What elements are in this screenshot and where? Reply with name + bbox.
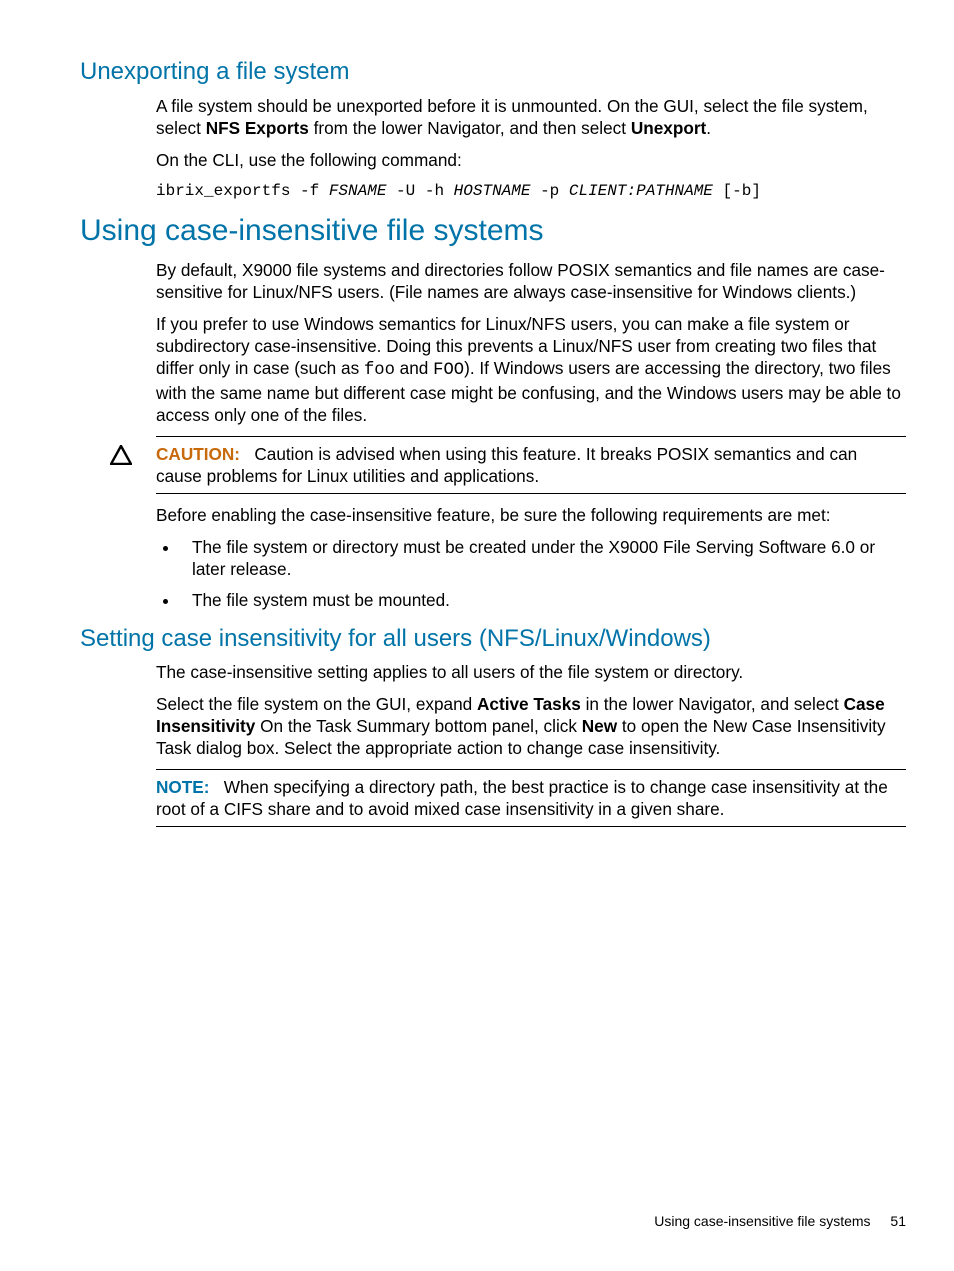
requirements-list: The file system or directory must be cre…: [156, 536, 906, 610]
page-footer: Using case-insensitive file systems 51: [654, 1213, 906, 1229]
note-block: NOTE: When specifying a directory path, …: [110, 769, 906, 827]
code-text: [-b]: [713, 182, 761, 200]
rule-bottom: [156, 826, 906, 827]
text: in the lower Navigator, and select: [581, 694, 844, 714]
code-FOO: FOO: [433, 361, 464, 380]
footer-text: Using case-insensitive file systems: [654, 1213, 870, 1229]
heading-setting-case: Setting case insensitivity for all users…: [80, 625, 906, 654]
code-var-fsname: FSNAME: [329, 182, 387, 200]
code-text: -p: [530, 182, 568, 200]
heading-case-insensitive: Using case-insensitive file systems: [80, 213, 906, 249]
bold-unexport: Unexport: [631, 118, 706, 138]
page-body: Unexporting a file system A file system …: [0, 0, 954, 827]
caution-block: CAUTION: Caution is advised when using t…: [110, 436, 906, 494]
section2-p3: Before enabling the case-insensitive fea…: [156, 504, 906, 526]
code-foo: foo: [364, 361, 395, 380]
section2-body2: Before enabling the case-insensitive fea…: [156, 504, 906, 610]
note-row: NOTE: When specifying a directory path, …: [110, 776, 906, 820]
code-text: -U -h: [386, 182, 453, 200]
rule-top: [156, 769, 906, 770]
section1-p2: On the CLI, use the following command:: [156, 149, 906, 171]
caution-row: CAUTION: Caution is advised when using t…: [110, 443, 906, 487]
caution-icon: [110, 443, 156, 465]
caution-body: CAUTION: Caution is advised when using t…: [156, 443, 906, 487]
list-item: The file system or directory must be cre…: [180, 536, 906, 580]
text: On the Task Summary bottom panel, click: [255, 716, 581, 736]
section1-code: ibrix_exportfs -f FSNAME -U -h HOSTNAME …: [156, 181, 906, 201]
section2-p1: By default, X9000 file systems and direc…: [156, 259, 906, 303]
rule-bottom: [156, 493, 906, 494]
caution-text: Caution is advised when using this featu…: [156, 444, 857, 486]
caution-label: CAUTION:: [156, 444, 240, 464]
section3-body: The case-insensitive setting applies to …: [156, 661, 906, 759]
bold-nfs-exports: NFS Exports: [206, 118, 309, 138]
code-var-clientpath: CLIENT:PATHNAME: [569, 182, 713, 200]
text: and: [395, 358, 433, 378]
note-icon-spacer: [110, 776, 156, 778]
page-number: 51: [890, 1213, 906, 1229]
rule-top: [156, 436, 906, 437]
code-var-hostname: HOSTNAME: [454, 182, 531, 200]
section1-p1: A file system should be unexported befor…: [156, 95, 906, 139]
section3-p1: The case-insensitive setting applies to …: [156, 661, 906, 683]
text: Select the file system on the GUI, expan…: [156, 694, 477, 714]
code-text: ibrix_exportfs -f: [156, 182, 329, 200]
bold-active-tasks: Active Tasks: [477, 694, 581, 714]
note-text: When specifying a directory path, the be…: [156, 777, 888, 819]
bold-new: New: [582, 716, 617, 736]
note-label: NOTE:: [156, 777, 209, 797]
section1-body: A file system should be unexported befor…: [156, 95, 906, 202]
text: .: [706, 118, 711, 138]
text: from the lower Navigator, and then selec…: [309, 118, 631, 138]
section2-p2: If you prefer to use Windows semantics f…: [156, 313, 906, 426]
section3-p2: Select the file system on the GUI, expan…: [156, 693, 906, 759]
section2-body: By default, X9000 file systems and direc…: [156, 259, 906, 426]
list-item: The file system must be mounted.: [180, 589, 906, 611]
note-body: NOTE: When specifying a directory path, …: [156, 776, 906, 820]
heading-unexporting: Unexporting a file system: [80, 58, 906, 87]
